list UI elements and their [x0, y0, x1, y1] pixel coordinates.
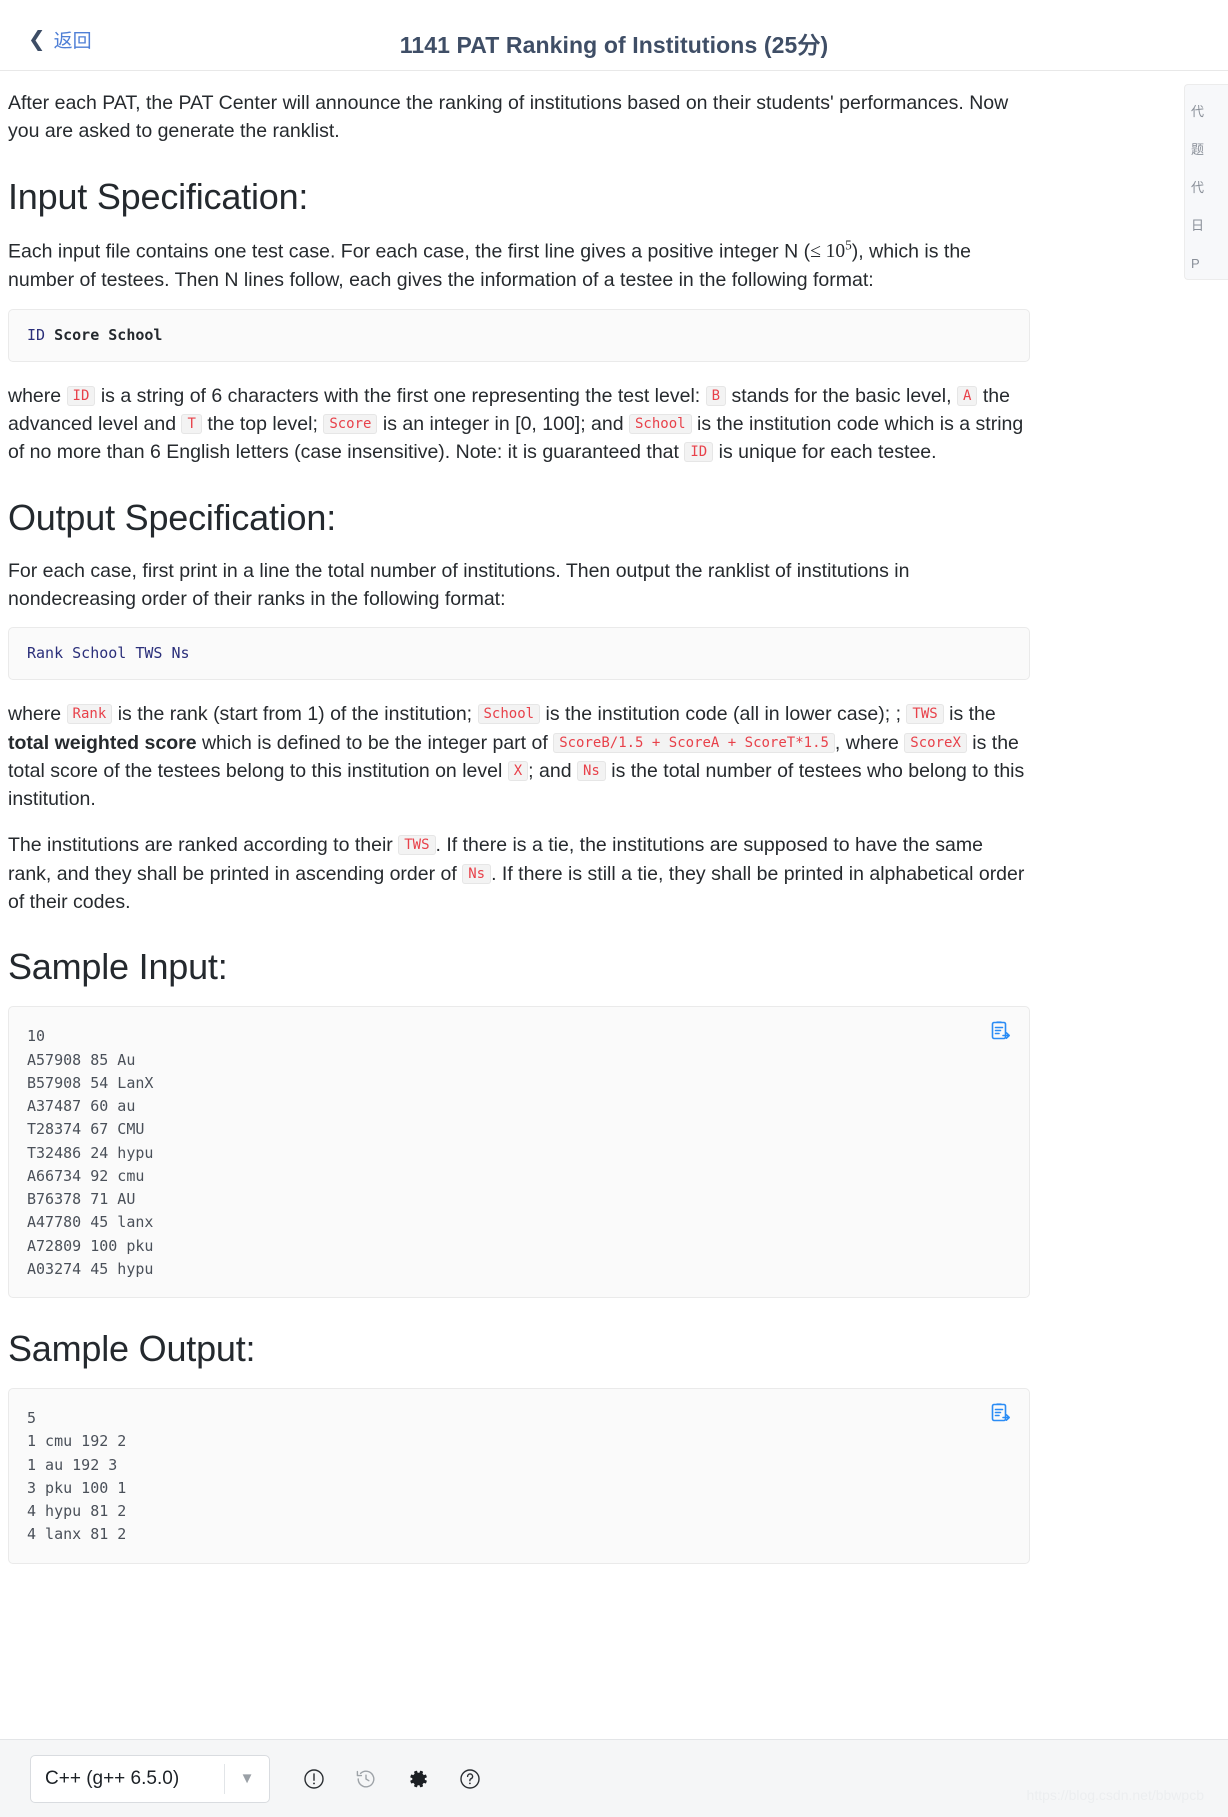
gear-icon[interactable]: [406, 1767, 430, 1791]
rail-item[interactable]: 代: [1185, 169, 1228, 207]
badge-ns-2: Ns: [462, 863, 492, 884]
code-output-format: Rank School TWS Ns: [27, 644, 190, 663]
badge-score: Score: [323, 414, 378, 435]
question-circle-icon[interactable]: [458, 1767, 482, 1791]
code-token-school: School: [108, 325, 163, 344]
sample-output-lines: 5 1 cmu 192 2 1 au 192 3 3 pku 100 1 4 h…: [27, 1409, 127, 1544]
where-text-2: is a string of 6 characters with the fir…: [100, 384, 701, 407]
out-where-text-1: where: [8, 703, 62, 726]
out-where-text-5: which is defined to be the integer part …: [201, 731, 548, 754]
where-text-1: where: [8, 384, 62, 407]
badge-ns: Ns: [576, 760, 606, 781]
badge-rank: Rank: [66, 704, 113, 725]
where-text-3: stands for the basic level,: [731, 384, 952, 407]
code-token-score: Score: [54, 325, 100, 344]
badge-school: School: [629, 414, 692, 435]
page-header: ❮ 返回 1141 PAT Ranking of Institutions (2…: [0, 0, 1228, 71]
where-text-5: the top level;: [207, 413, 318, 436]
n-bound-exponent: 5: [845, 237, 852, 253]
n-bound-base: ≤ 10: [810, 241, 846, 263]
sample-input-code-block: 10 A57908 85 Au B57908 54 LanX A37487 60…: [8, 1006, 1030, 1298]
right-side-panel[interactable]: 代 题 代 日 P: [1184, 84, 1228, 280]
bottom-toolbar: C++ (g++ 6.5.0) ▼ https://blog.csdn.net/…: [0, 1739, 1228, 1817]
badge-a: A: [956, 385, 978, 406]
out-where-text-8: ; and: [528, 759, 572, 782]
badge-id: ID: [66, 385, 96, 406]
badge-scorex: ScoreX: [904, 732, 967, 753]
intro-paragraph: After each PAT, the PAT Center will anno…: [8, 92, 1009, 143]
sample-input-heading: Sample Input:: [8, 946, 228, 988]
chevron-down-icon: ▼: [239, 1770, 255, 1787]
problem-content: After each PAT, the PAT Center will anno…: [0, 89, 1060, 1564]
badge-x: X: [507, 760, 529, 781]
rail-item[interactable]: 代: [1185, 93, 1228, 131]
input-specification-heading: Input Specification:: [8, 175, 309, 217]
toolbar-icon-group: [302, 1767, 482, 1791]
language-select-value: C++ (g++ 6.5.0): [45, 1767, 180, 1789]
out-where-text-4: is the: [949, 703, 996, 726]
where-text-8: is unique for each testee.: [718, 441, 937, 464]
output-spec-paragraph: For each case, first print in a line the…: [8, 559, 910, 610]
page-title: 1141 PAT Ranking of Institutions (25分): [399, 32, 829, 58]
output-format-code-block: Rank School TWS Ns: [8, 627, 1030, 681]
badge-formula: ScoreB/1.5 + ScoreA + ScoreT*1.5: [553, 732, 835, 753]
code-token-id: ID: [27, 325, 46, 344]
copy-to-clipboard-icon[interactable]: [989, 1019, 1013, 1043]
output-spec-where-paragraph: where Rank is the rank (start from 1) of…: [8, 700, 1030, 813]
input-spec-text-a: Each input file contains one test case. …: [8, 240, 811, 263]
badge-b: B: [705, 385, 727, 406]
language-select[interactable]: C++ (g++ 6.5.0) ▼: [30, 1754, 270, 1803]
sample-output-heading: Sample Output:: [8, 1328, 256, 1369]
history-clock-icon[interactable]: [354, 1767, 378, 1791]
output-specification-heading: Output Specification:: [8, 496, 336, 538]
input-spec-paragraph: Each input file contains one test case. …: [8, 236, 1030, 295]
badge-id-2: ID: [684, 442, 714, 463]
total-weighted-score-label: total weighted score: [8, 731, 197, 754]
watermark: https://blog.csdn.net/bbwpcb: [1026, 1787, 1204, 1803]
input-format-code-block: ID Score School: [8, 308, 1030, 362]
badge-tws: TWS: [906, 704, 944, 725]
sample-output-code-block: 5 1 cmu 192 2 1 au 192 3 3 pku 100 1 4 h…: [8, 1388, 1030, 1564]
out-where-text-2: is the rank (start from 1) of the instit…: [117, 703, 473, 726]
badge-t: T: [181, 414, 202, 435]
rank-text-1: The institutions are ranked according to…: [8, 834, 393, 857]
copy-to-clipboard-icon[interactable]: [989, 1401, 1013, 1425]
out-where-text-3: is the institution code (all in lower ca…: [545, 703, 902, 726]
badge-tws-2: TWS: [398, 835, 436, 856]
ranking-rules-paragraph: The institutions are ranked according to…: [8, 831, 1030, 916]
rail-item[interactable]: 日: [1185, 207, 1228, 245]
rail-item[interactable]: 题: [1185, 131, 1228, 169]
n-upper-bound: ≤ 105: [810, 237, 852, 263]
input-spec-where-paragraph: where ID is a string of 6 characters wit…: [8, 382, 1030, 467]
out-where-text-6: , where: [834, 731, 899, 754]
exclamation-circle-icon[interactable]: [302, 1767, 326, 1791]
badge-school-out: School: [477, 704, 541, 725]
sample-input-lines: 10 A57908 85 Au B57908 54 LanX A37487 60…: [27, 1027, 154, 1278]
rail-item[interactable]: P: [1185, 245, 1228, 279]
where-text-6: is an integer in [0, 100]; and: [382, 413, 624, 436]
